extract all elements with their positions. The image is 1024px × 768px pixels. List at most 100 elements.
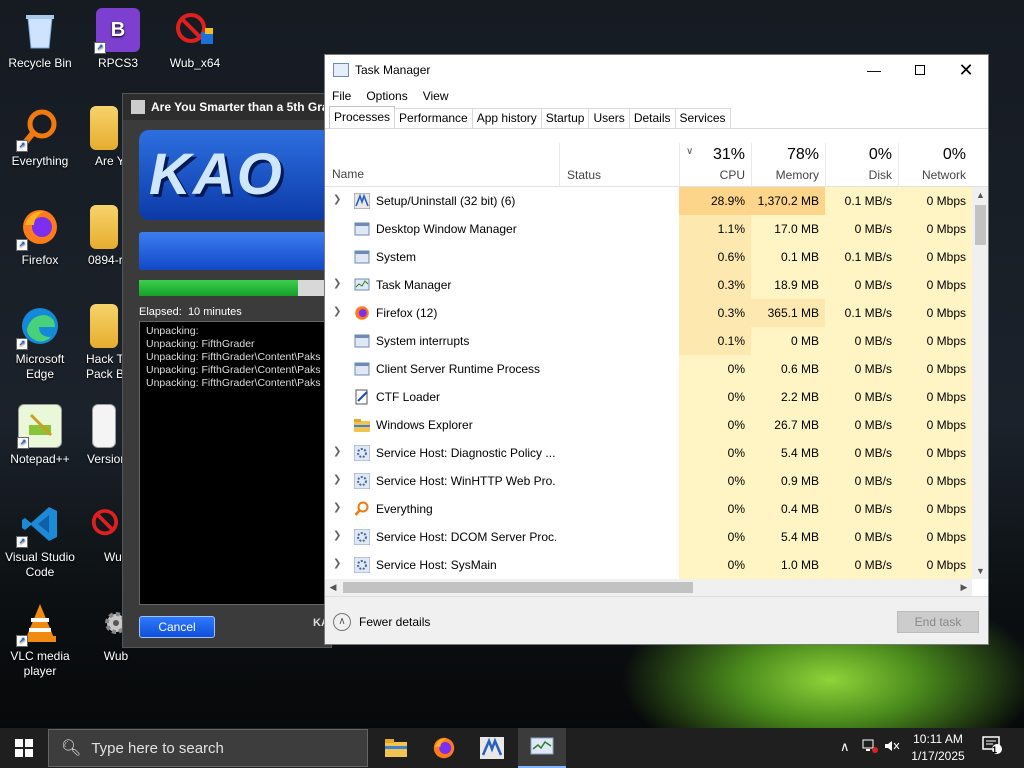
desktop-icon-0894[interactable]: 0894-r... [82,205,126,268]
installer-log[interactable]: Unpacking: Unpacking: FifthGrader Unpackin… [139,321,333,605]
desktop-icon-wub-x64[interactable]: Wub_x64 [155,8,235,71]
end-task-button[interactable]: End task [897,611,979,633]
desktop-icon-label: Wu... [104,550,126,564]
tab-processes[interactable]: Processes [329,106,396,128]
process-row[interactable]: ❯ Firefox (12) 0.3% 365.1 MB 0.1 MB/s 0 Mbps [325,299,972,327]
expand-chevron-icon[interactable]: ❯ [333,474,343,485]
taskbar-clock[interactable]: 10:11 AM 1/17/2025 [900,731,976,765]
desktop-icon-everything[interactable]: ↗ Everything [0,106,80,169]
task-manager-window[interactable]: Task Manager — ✕ File Options View Proce… [324,54,989,645]
column-status-cell[interactable]: Status [559,143,679,187]
menu-bar: File Options View [325,85,988,107]
scroll-up-icon[interactable]: ▲ [972,187,988,203]
close-button[interactable]: ✕ [943,55,988,85]
tab-details[interactable]: Details [628,108,676,128]
expand-chevron-icon[interactable]: ❯ [333,278,343,289]
scroll-right-icon[interactable]: ▶ [956,579,972,596]
column-disk[interactable]: 0% Disk [825,143,898,187]
taskbar-file-explorer[interactable] [372,728,420,768]
expand-chevron-icon[interactable]: ❯ [333,502,343,513]
clock-time: 10:11 AM [913,732,963,746]
minimize-button[interactable]: — [851,55,897,85]
desktop-icon-label: Version... [87,452,126,466]
column-cpu[interactable]: ∨ 31% CPU [679,143,751,187]
tab-startup[interactable]: Startup [540,108,590,128]
volume-muted-icon[interactable] [884,739,900,756]
desktop-icon-label: Recycle Bin [8,56,72,70]
menu-file[interactable]: File [332,89,351,103]
process-row[interactable]: System interrupts 0.1% 0 MB 0 MB/s 0 Mbps [325,327,972,355]
desktop-icon-are-you-smarter[interactable]: Are You Smarter... [82,106,126,169]
process-row[interactable]: Client Server Runtime Process 0% 0.6 MB 0 M… [325,355,972,383]
expand-chevron-icon[interactable]: ❯ [333,530,343,541]
process-name: Desktop Window Manager [376,222,517,236]
expand-chevron-icon[interactable]: ❯ [333,306,343,317]
installer-title-bar[interactable]: Are You Smarter than a 5th Gra... [123,94,331,120]
firefox-icon [433,737,455,759]
process-row[interactable]: ❯ Everything 0% 0.4 MB 0 MB/s 0 Mbps [325,495,972,523]
vertical-scrollbar[interactable]: ▲ ▼ [972,187,988,579]
expand-chevron-icon[interactable]: ❯ [333,558,343,569]
horizontal-scrollbar[interactable]: ◀ ▶ [325,579,972,596]
installer-app-icon [131,100,145,114]
menu-options[interactable]: Options [366,89,407,103]
process-row[interactable]: ❯ Service Host: Diagnostic Policy ... 0% 5.… [325,439,972,467]
process-row[interactable]: Desktop Window Manager 1.1% 17.0 MB 0 MB/s 0… [325,215,972,243]
desktop-icon-vlc[interactable]: ↗ VLC media player [0,601,80,679]
process-row[interactable]: System 0.6% 0.1 MB 0.1 MB/s 0 Mbps [325,243,972,271]
start-button[interactable] [0,728,48,768]
installer-window[interactable]: Are You Smarter than a 5th Gra... KAO El… [122,93,333,648]
desktop-icon-version[interactable]: Version... [82,404,126,467]
process-cpu: 0.3% [679,271,751,299]
desktop-icon-hack-pack[interactable]: Hack T... Pack B... [82,304,126,382]
fewer-details-label: Fewer details [359,615,431,629]
menu-view[interactable]: View [423,89,449,103]
taskbar-installer[interactable] [468,728,516,768]
search-box[interactable]: 🔍︎ Type here to search [48,729,368,767]
tab-app-history[interactable]: App history [471,108,542,128]
process-row[interactable]: ❯ Task Manager 0.3% 18.9 MB 0 MB/s 0 Mbps [325,271,972,299]
process-row[interactable]: ❯ Service Host: SysMain 0% 1.0 MB 0 MB/s 0 Mb… [325,551,972,579]
expand-chevron-icon[interactable]: ❯ [333,446,343,457]
expand-chevron-icon[interactable]: ❯ [333,194,343,205]
maximize-button[interactable] [897,55,943,85]
process-row[interactable]: ❯ Service Host: WinHTTP Web Pro... 0% 0.9 M… [325,467,972,495]
column-name[interactable]: Name [332,167,364,181]
process-memory: 0.9 MB [751,467,825,495]
vertical-scroll-thumb[interactable] [975,205,986,245]
desktop-icon-notepadpp[interactable]: ↗ Notepad++ [0,404,80,467]
process-row[interactable]: Windows Explorer 0% 26.7 MB 0 MB/s 0 Mbps [325,411,972,439]
process-row[interactable]: ❯ Service Host: DCOM Server Proc... 0% 5.4 … [325,523,972,551]
desktop-icon-rpcs3[interactable]: B ↗ RPCS3 [78,8,158,71]
desktop-icon-label: Notepad++ [10,452,70,466]
tray-overflow-chevron-icon[interactable]: ∧ [840,739,850,755]
desktop-icon-edge[interactable]: ↗ Microsoft Edge [0,304,80,382]
notification-center-button[interactable]: 1 [980,736,1004,760]
desktop-icon-recycle-bin[interactable]: Recycle Bin [0,8,80,71]
process-memory: 17.0 MB [751,215,825,243]
process-cpu: 0% [679,467,751,495]
cancel-button[interactable]: Cancel [139,616,215,638]
scroll-left-icon[interactable]: ◀ [325,579,341,596]
desktop-icon-wu[interactable]: Wu... [82,502,126,565]
tab-users[interactable]: Users [588,108,630,128]
desktop-icon-firefox[interactable]: ↗ Firefox [0,205,80,268]
desktop-icon-label: Microsoft Edge [15,352,65,381]
network-icon[interactable] [862,739,878,756]
fewer-details-button[interactable]: ∧ Fewer details [333,613,430,631]
horizontal-scroll-thumb[interactable] [343,582,693,593]
process-row[interactable]: ❯ Setup/Uninstall (32 bit) (6) 28.9% 1,370.… [325,187,972,215]
column-network[interactable]: 0% Network [898,143,972,187]
taskbar-firefox[interactable] [420,728,468,768]
process-network: 0 Mbps [898,271,972,299]
tab-performance[interactable]: Performance [394,108,473,128]
taskbar-task-manager[interactable] [518,728,566,768]
tab-services[interactable]: Services [674,108,731,128]
firefox-icon [354,305,370,321]
process-memory: 0.1 MB [751,243,825,271]
process-row[interactable]: CTF Loader 0% 2.2 MB 0 MB/s 0 Mbps [325,383,972,411]
scroll-down-icon[interactable]: ▼ [972,563,988,579]
desktop-icon-vscode[interactable]: ↗ Visual Studio Code [0,502,80,580]
column-memory[interactable]: 78% Memory [751,143,825,187]
desktop-icon-label: RPCS3 [97,56,138,70]
